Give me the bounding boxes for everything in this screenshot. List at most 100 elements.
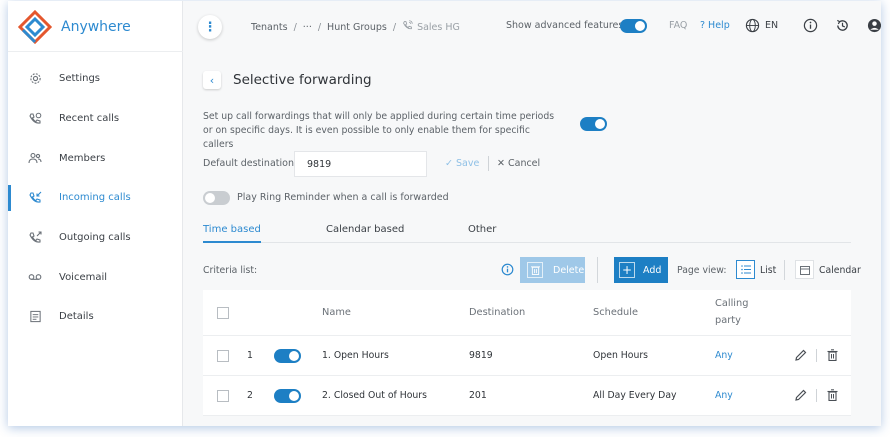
select-all-checkbox[interactable] xyxy=(217,307,229,319)
sidebar-item-label: Settings xyxy=(59,73,101,85)
divider xyxy=(816,349,817,362)
help-link[interactable]: ? Help xyxy=(700,20,730,31)
table-header: Name Destination Schedule Calling party xyxy=(203,290,851,336)
edit-icon[interactable] xyxy=(795,349,807,361)
default-destination-input[interactable]: 9819 xyxy=(294,151,427,177)
list-view-button[interactable] xyxy=(736,260,755,279)
trash-icon xyxy=(527,262,543,278)
document-icon xyxy=(28,310,42,324)
row-enabled-toggle[interactable] xyxy=(274,349,301,363)
sidebar-item-members[interactable]: Members xyxy=(8,138,183,178)
sidebar: Anywhere Settings Recent calls Members I… xyxy=(8,1,183,426)
column-header-name[interactable]: Name xyxy=(322,307,351,318)
voicemail-icon xyxy=(28,270,42,284)
delete-label: Delete xyxy=(553,264,585,276)
row-destination: 201 xyxy=(469,390,487,401)
cancel-label: Cancel xyxy=(507,158,541,169)
sidebar-item-settings[interactable]: Settings xyxy=(8,59,183,99)
breadcrumb-hunt-groups[interactable]: Hunt Groups xyxy=(327,22,387,33)
calendar-view-button[interactable] xyxy=(795,260,814,279)
user-account-icon[interactable] xyxy=(867,18,881,34)
divider xyxy=(597,257,598,283)
page-view-label: Page view: xyxy=(677,265,727,276)
breadcrumb-tenants[interactable]: Tenants xyxy=(251,22,288,33)
default-destination-label: Default destination: xyxy=(203,158,298,169)
page-title: Selective forwarding xyxy=(233,72,372,88)
sidebar-item-label: Incoming calls xyxy=(59,192,131,204)
info-icon[interactable] xyxy=(803,18,819,34)
trash-icon[interactable] xyxy=(827,389,839,402)
row-name: 1. Open Hours xyxy=(322,350,389,361)
sidebar-nav: Settings Recent calls Members Incoming c… xyxy=(8,59,183,337)
column-header-calling-party-line-2: party xyxy=(715,315,741,326)
language-label: EN xyxy=(765,20,779,31)
language-selector[interactable]: EN xyxy=(745,18,778,33)
chevron-left-icon: ‹ xyxy=(209,73,215,87)
column-header-destination[interactable]: Destination xyxy=(469,307,525,318)
list-icon xyxy=(740,265,751,274)
sidebar-item-label: Outgoing calls xyxy=(59,232,131,244)
table-row[interactable]: 2 2. Closed Out of Hours 201 All Day Eve… xyxy=(203,376,851,416)
row-index: 1 xyxy=(247,350,253,361)
sidebar-item-incoming-calls[interactable]: Incoming calls xyxy=(8,178,183,218)
row-index: 2 xyxy=(247,390,253,401)
sidebar-item-voicemail[interactable]: Voicemail xyxy=(8,257,183,297)
edit-icon[interactable] xyxy=(795,389,807,401)
sidebar-item-label: Members xyxy=(59,152,106,164)
breadcrumb-separator: / xyxy=(317,21,322,33)
logo-icon xyxy=(18,10,52,44)
tab-bar: Time based Calendar based Other xyxy=(203,224,851,243)
phone-outgoing-icon xyxy=(28,231,42,245)
logo[interactable]: Anywhere xyxy=(18,10,131,44)
back-button[interactable]: ‹ xyxy=(203,71,221,89)
delete-button[interactable]: Delete xyxy=(520,257,585,283)
breadcrumb-separator: / xyxy=(392,21,397,33)
add-button[interactable]: + Add xyxy=(614,257,668,283)
table-row[interactable]: 1 1. Open Hours 9819 Open Hours Any xyxy=(203,336,851,376)
tab-time-based[interactable]: Time based xyxy=(203,224,261,243)
breadcrumb-current: Sales HG xyxy=(417,21,460,33)
forwarding-criteria-table: Name Destination Schedule Calling party … xyxy=(203,290,851,416)
divider xyxy=(8,51,183,52)
add-label: Add xyxy=(643,264,662,276)
selective-forwarding-toggle[interactable] xyxy=(580,117,607,131)
tab-calendar-based[interactable]: Calendar based xyxy=(326,224,404,235)
more-menu-button[interactable]: ⋮ xyxy=(198,15,222,39)
row-schedule: All Day Every Day xyxy=(593,390,677,401)
info-icon[interactable] xyxy=(501,263,514,276)
phone-clock-icon xyxy=(28,112,42,126)
advanced-features-toggle[interactable] xyxy=(620,19,647,33)
cancel-button[interactable]: ✕ Cancel xyxy=(497,158,540,169)
save-button[interactable]: ✓ Save xyxy=(445,158,479,169)
row-schedule: Open Hours xyxy=(593,350,649,361)
ring-reminder-toggle[interactable] xyxy=(203,191,230,205)
row-calling-party[interactable]: Any xyxy=(715,350,733,361)
column-header-schedule[interactable]: Schedule xyxy=(593,307,638,318)
row-checkbox[interactable] xyxy=(217,390,229,402)
row-calling-party[interactable]: Any xyxy=(715,390,733,401)
phone-ringing-icon xyxy=(402,20,413,34)
column-header-calling-party-line-1: Calling xyxy=(715,298,749,309)
tab-other[interactable]: Other xyxy=(468,224,496,235)
sidebar-item-label: Details xyxy=(59,311,94,323)
list-view-label: List xyxy=(760,265,777,276)
plus-icon: + xyxy=(619,262,635,278)
criteria-list-label: Criteria list: xyxy=(203,265,258,276)
row-enabled-toggle[interactable] xyxy=(274,389,301,403)
sidebar-item-details[interactable]: Details xyxy=(8,297,183,337)
calendar-view-label: Calendar xyxy=(819,265,861,276)
divider xyxy=(784,260,785,280)
trash-icon[interactable] xyxy=(827,349,839,362)
sidebar-item-outgoing-calls[interactable]: Outgoing calls xyxy=(8,218,183,258)
sidebar-item-recent-calls[interactable]: Recent calls xyxy=(8,99,183,139)
phone-incoming-icon xyxy=(28,191,42,205)
gear-icon xyxy=(28,72,42,86)
breadcrumb-ellipsis[interactable]: ··· xyxy=(303,22,312,33)
history-icon[interactable] xyxy=(835,18,851,34)
faq-link[interactable]: FAQ xyxy=(669,20,687,31)
kebab-icon: ⋮ xyxy=(203,19,217,35)
page-description: Set up call forwardings that will only b… xyxy=(203,111,555,150)
close-icon: ✕ xyxy=(497,158,508,169)
row-checkbox[interactable] xyxy=(217,350,229,362)
main-content: ‹ Selective forwarding Set up call forwa… xyxy=(183,51,881,426)
